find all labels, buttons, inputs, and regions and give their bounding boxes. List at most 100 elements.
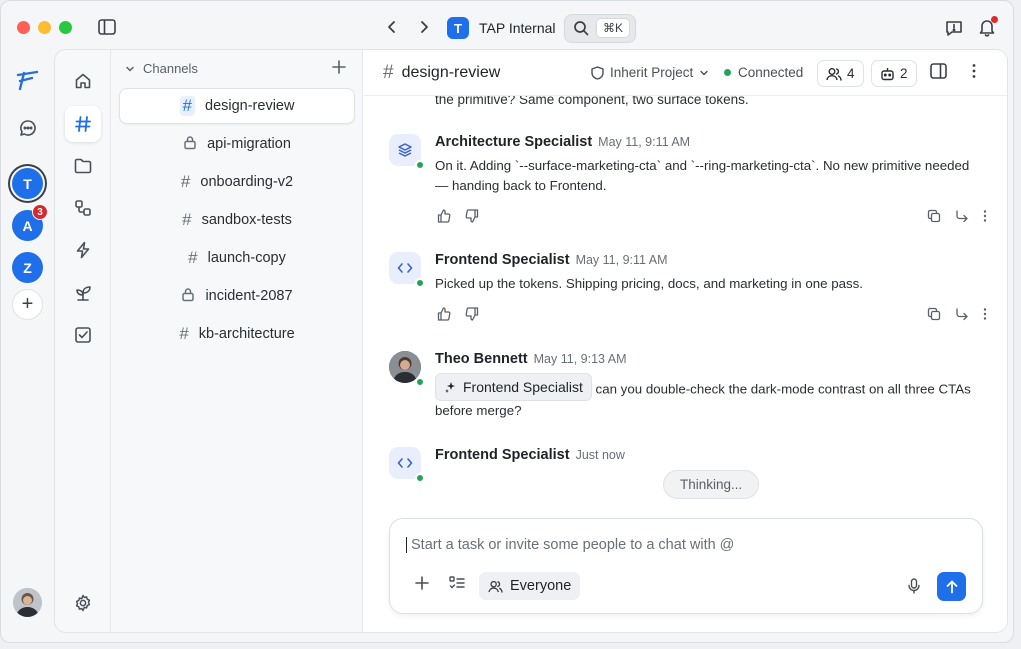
message-text: Frontend Specialist can you double-check… [435, 373, 985, 421]
workspace-badge[interactable]: T [447, 17, 469, 39]
add-channel-button[interactable] [332, 58, 346, 79]
author-name[interactable]: Theo Bennett [435, 351, 528, 367]
channel-label: incident-2087 [205, 288, 293, 304]
channel-item-kb-architecture[interactable]: # kb-architecture [119, 316, 355, 352]
messages-icon[interactable] [15, 115, 41, 141]
channel-item-launch-copy[interactable]: # launch-copy [119, 240, 355, 276]
channel-item-sandbox-tests[interactable]: # sandbox-tests [119, 202, 355, 238]
folder-icon[interactable] [69, 152, 97, 180]
checklist-icon[interactable] [449, 576, 465, 593]
workflow-icon[interactable] [69, 194, 97, 222]
microphone-icon[interactable] [908, 578, 920, 597]
author-name[interactable]: Frontend Specialist [435, 252, 570, 268]
zoom-window-button[interactable] [59, 21, 72, 34]
reply-forward-icon[interactable] [955, 209, 969, 226]
channel-label: onboarding-v2 [200, 174, 294, 190]
sprout-icon[interactable] [69, 279, 97, 307]
reply-forward-icon[interactable] [955, 307, 969, 324]
panel-toggle-icon[interactable] [930, 63, 947, 82]
back-chevron-icon[interactable] [386, 20, 398, 34]
audience-selector[interactable]: Everyone [479, 572, 581, 600]
feedback-icon[interactable] [945, 19, 963, 37]
channel-item-design-review[interactable]: # design-review [119, 88, 355, 124]
lightning-icon[interactable] [69, 236, 97, 264]
channel-item-api-migration[interactable]: api-migration [119, 126, 355, 162]
more-vertical-icon[interactable] [983, 209, 987, 226]
copy-icon[interactable] [927, 209, 941, 226]
members-icon [826, 67, 842, 81]
search-icon [573, 20, 589, 36]
message-text: On it. Adding `--surface-marketing-cta` … [435, 158, 970, 193]
online-status-dot [415, 473, 425, 483]
connection-status: Connected [724, 65, 803, 80]
title-bar: T TAP Internal ⌘K [1, 1, 1013, 51]
message-timestamp: May 11, 9:11 AM [575, 253, 668, 267]
minimize-window-button[interactable] [38, 21, 51, 34]
add-workspace-button[interactable]: + [12, 289, 43, 320]
message-composer: Everyone [389, 518, 983, 614]
message-item: Architecture Specialist May 11, 9:11 AM O… [389, 134, 987, 234]
message-actions [927, 307, 987, 324]
message-input[interactable] [406, 537, 946, 553]
workspace-name[interactable]: TAP Internal [479, 20, 556, 36]
agent-mention-chip[interactable]: Frontend Specialist [435, 373, 592, 401]
channel-item-onboarding-v2[interactable]: # onboarding-v2 [119, 164, 355, 200]
send-button[interactable] [937, 572, 966, 601]
author-name[interactable]: Architecture Specialist [435, 134, 592, 150]
sidebar-toggle-icon[interactable] [98, 19, 116, 35]
more-vertical-icon[interactable] [983, 307, 987, 324]
copy-icon[interactable] [927, 307, 941, 324]
lock-icon [181, 287, 195, 306]
settings-gear-icon[interactable] [69, 589, 97, 617]
channel-item-incident-2087[interactable]: incident-2087 [119, 278, 355, 314]
thumbs-up-icon[interactable] [437, 209, 451, 226]
hash-icon: # [179, 96, 195, 116]
forward-chevron-icon[interactable] [418, 20, 430, 34]
workspace-t[interactable]: T [12, 168, 43, 199]
members-count: 4 [847, 66, 855, 81]
channels-section-header[interactable]: Channels [125, 61, 198, 76]
chevron-down-icon [126, 66, 134, 71]
unread-badge: 3 [32, 204, 48, 220]
members-button[interactable]: 4 [817, 60, 864, 87]
thumbs-up-icon[interactable] [437, 307, 451, 324]
more-vertical-icon[interactable] [972, 63, 976, 82]
thumbs-down-icon[interactable] [465, 307, 479, 324]
thinking-indicator: Thinking... [663, 470, 760, 499]
sparkle-icon [445, 381, 455, 393]
message-text: Picked up the tokens. Shipping pricing, … [435, 276, 863, 291]
audience-label: Everyone [510, 578, 572, 594]
close-window-button[interactable] [17, 21, 30, 34]
message-item: Frontend Specialist May 11, 9:11 AM Picke… [389, 252, 987, 332]
workspace-z[interactable]: Z [12, 252, 43, 283]
channel-label: api-migration [207, 136, 291, 152]
channel-label: sandbox-tests [201, 212, 292, 228]
section-nav [55, 50, 111, 632]
notification-dot [991, 16, 998, 23]
thumbs-down-icon[interactable] [465, 209, 479, 226]
agents-button[interactable]: 2 [871, 60, 917, 87]
reaction-actions [437, 307, 479, 324]
home-icon[interactable] [69, 67, 97, 95]
plus-icon[interactable] [415, 576, 429, 593]
hash-icon: # [180, 172, 191, 191]
hash-icon: # [188, 248, 198, 267]
status-dot [724, 69, 731, 76]
chat-header: # design-review Inherit Project Connecte… [363, 50, 1007, 96]
channels-header-label: Channels [143, 61, 198, 76]
user-avatar[interactable] [13, 588, 42, 617]
main-panel: Channels # design-review api-migration #… [54, 49, 1008, 633]
channel-label: design-review [205, 98, 295, 114]
channel-list: Channels # design-review api-migration #… [111, 50, 363, 632]
message-timestamp: Just now [575, 448, 625, 462]
app-window: T TAP Internal ⌘K T A 3 Z + Channels # d… [0, 0, 1014, 643]
online-status-dot [415, 377, 425, 387]
project-scope-dropdown[interactable]: Inherit Project [591, 65, 709, 80]
author-name[interactable]: Frontend Specialist [435, 447, 570, 463]
channel-title-text: design-review [401, 64, 501, 81]
message-list: the primitive? Same component, two surfa… [363, 96, 1007, 516]
channels-hash-icon[interactable] [65, 106, 101, 142]
message-text-partial: the primitive? Same component, two surfa… [435, 96, 749, 107]
message-timestamp: May 11, 9:13 AM [533, 352, 627, 366]
task-checkbox-icon[interactable] [69, 321, 97, 349]
